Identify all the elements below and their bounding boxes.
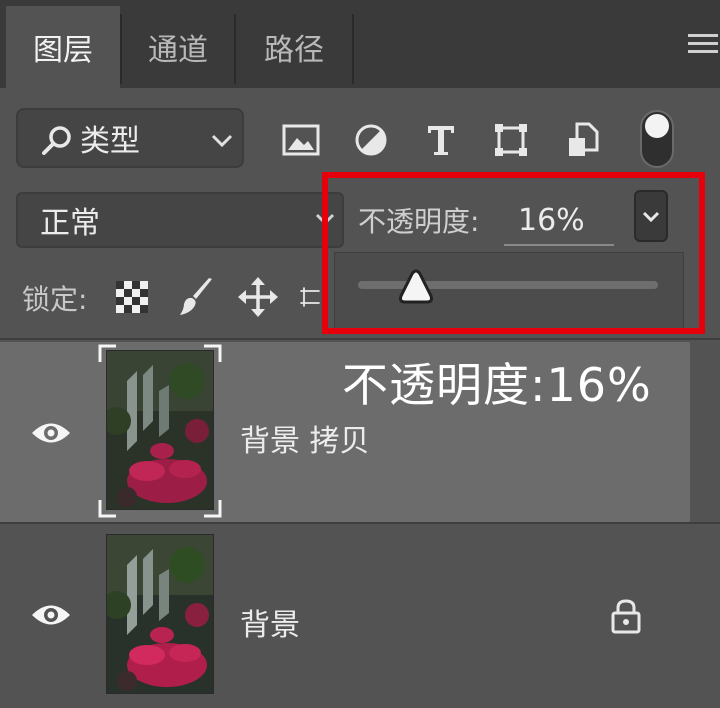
filter-kind-label: 类型 — [80, 124, 140, 159]
layer-thumbnail — [106, 534, 214, 694]
layer-name[interactable]: 背景 — [240, 600, 300, 644]
layer-row-background[interactable] — [0, 524, 690, 708]
shape-filter-icon[interactable] — [486, 112, 536, 168]
tab-channels[interactable]: 通道 — [122, 6, 234, 88]
adjustment-filter-icon[interactable] — [346, 112, 396, 168]
layers-scroll-area — [690, 524, 720, 708]
chevron-down-icon — [208, 126, 236, 154]
visibility-eye-icon[interactable] — [30, 418, 72, 448]
layer-name[interactable]: 背景 拷贝 — [240, 416, 370, 460]
image-filter-icon[interactable] — [276, 112, 326, 168]
visibility-eye-icon[interactable] — [30, 600, 72, 630]
selection-corner-brackets — [98, 344, 222, 518]
opacity-highlight-box — [322, 172, 705, 334]
lock-artboard-icon[interactable] — [298, 276, 322, 318]
lock-transparent-pixels-icon[interactable] — [112, 276, 152, 318]
toggle-knob — [645, 114, 669, 138]
blend-mode-label: 正常 — [40, 206, 100, 241]
lock-label: 锁定: — [22, 283, 88, 316]
lock-position-move-icon[interactable] — [238, 276, 278, 318]
panel-divider — [0, 338, 720, 340]
panel-menu-icon[interactable] — [684, 34, 720, 58]
layer-lock-icon — [610, 598, 642, 634]
tab-layers[interactable]: 图层 — [6, 6, 120, 88]
smart-object-filter-icon[interactable] — [558, 112, 608, 168]
type-filter-icon[interactable] — [416, 112, 466, 168]
tab-divider — [352, 14, 354, 84]
search-icon — [40, 124, 74, 158]
opacity-caption-overlay: 不透明度:16% — [342, 358, 652, 412]
tab-paths[interactable]: 路径 — [236, 6, 352, 88]
lock-image-pixels-brush-icon[interactable] — [176, 276, 216, 318]
